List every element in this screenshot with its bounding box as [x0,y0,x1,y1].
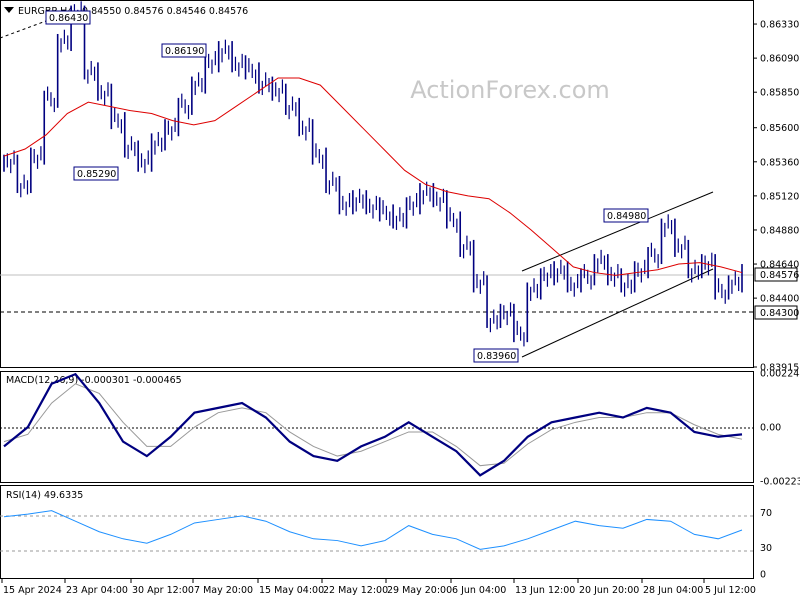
level-price-label: 0.84300 [760,308,799,319]
annotation-label: 0.83960 [477,351,516,362]
time-tick-label: 23 Apr 04:00 [66,585,128,596]
time-tick-label: 13 Jun 12:00 [515,585,575,596]
price-tick-label: 0.84880 [760,225,799,236]
ohlc-readout: 0.84550 0.84576 0.84546 0.84576 [82,6,248,17]
macd-label: MACD(12,26,9) -0.000301 -0.000465 [6,375,182,386]
time-tick-label: 15 Apr 2024 [3,585,62,596]
price-tick-label: 0.84400 [760,294,799,305]
annotation-label: 0.86190 [165,46,204,57]
price-tick-label: 0.85850 [760,88,799,99]
price-tick-label: 0.85120 [760,191,799,202]
price-tick-label: 0.85360 [760,157,799,168]
rsi-tick-label: 70 [760,508,772,519]
annotation-label: 0.84980 [607,211,646,222]
time-tick-label: 20 Jun 20:00 [579,585,639,596]
time-tick-label: 22 May 12:00 [323,585,388,596]
macd-tick-label: -0.002236 [760,477,800,488]
macd-tick-label: 0.002248 [760,369,800,380]
macd-axis: 0.002248 0.00 -0.002236 [760,369,800,488]
time-tick-label: 30 Apr 12:00 [132,585,194,596]
annotation-label: 0.85290 [77,169,116,180]
chart-canvas: ActionForex.com EURGBP,H4 0.84550 0.8457… [0,0,800,596]
rsi-tick-label: 30 [760,543,772,554]
watermark: ActionForex.com [410,76,610,104]
time-tick-label: 5 Jul 12:00 [705,585,756,596]
header: EURGBP,H4 0.84550 0.84576 0.84546 0.8457… [4,6,248,17]
annotation-label: 0.86430 [49,13,88,24]
price-tick-label: 0.86090 [760,54,799,65]
time-tick-label: 28 Jun 04:00 [643,585,703,596]
rsi-panel [0,485,754,579]
time-axis: 15 Apr 2024 23 Apr 04:00 30 Apr 12:00 7 May… [1,579,756,596]
price-tick-label: 0.86330 [760,20,799,31]
time-tick-label: 15 May 04:00 [259,585,324,596]
rsi-tick-label: 0 [760,570,766,581]
last-price-label: 0.84576 [760,270,799,281]
time-tick-label: 29 May 20:00 [387,585,452,596]
macd-tick-label: 0.00 [760,423,781,434]
rsi-label: RSI(14) 49.6335 [6,490,83,501]
price-tick-label: 0.85600 [760,123,799,134]
time-tick-label: 7 May 20:00 [194,585,253,596]
price-axis: 0.86330 0.86090 0.85850 0.85600 0.85360 0.851… [753,20,799,374]
time-tick-label: 6 Jun 04:00 [452,585,506,596]
rsi-axis: 70 30 0 [760,508,772,581]
